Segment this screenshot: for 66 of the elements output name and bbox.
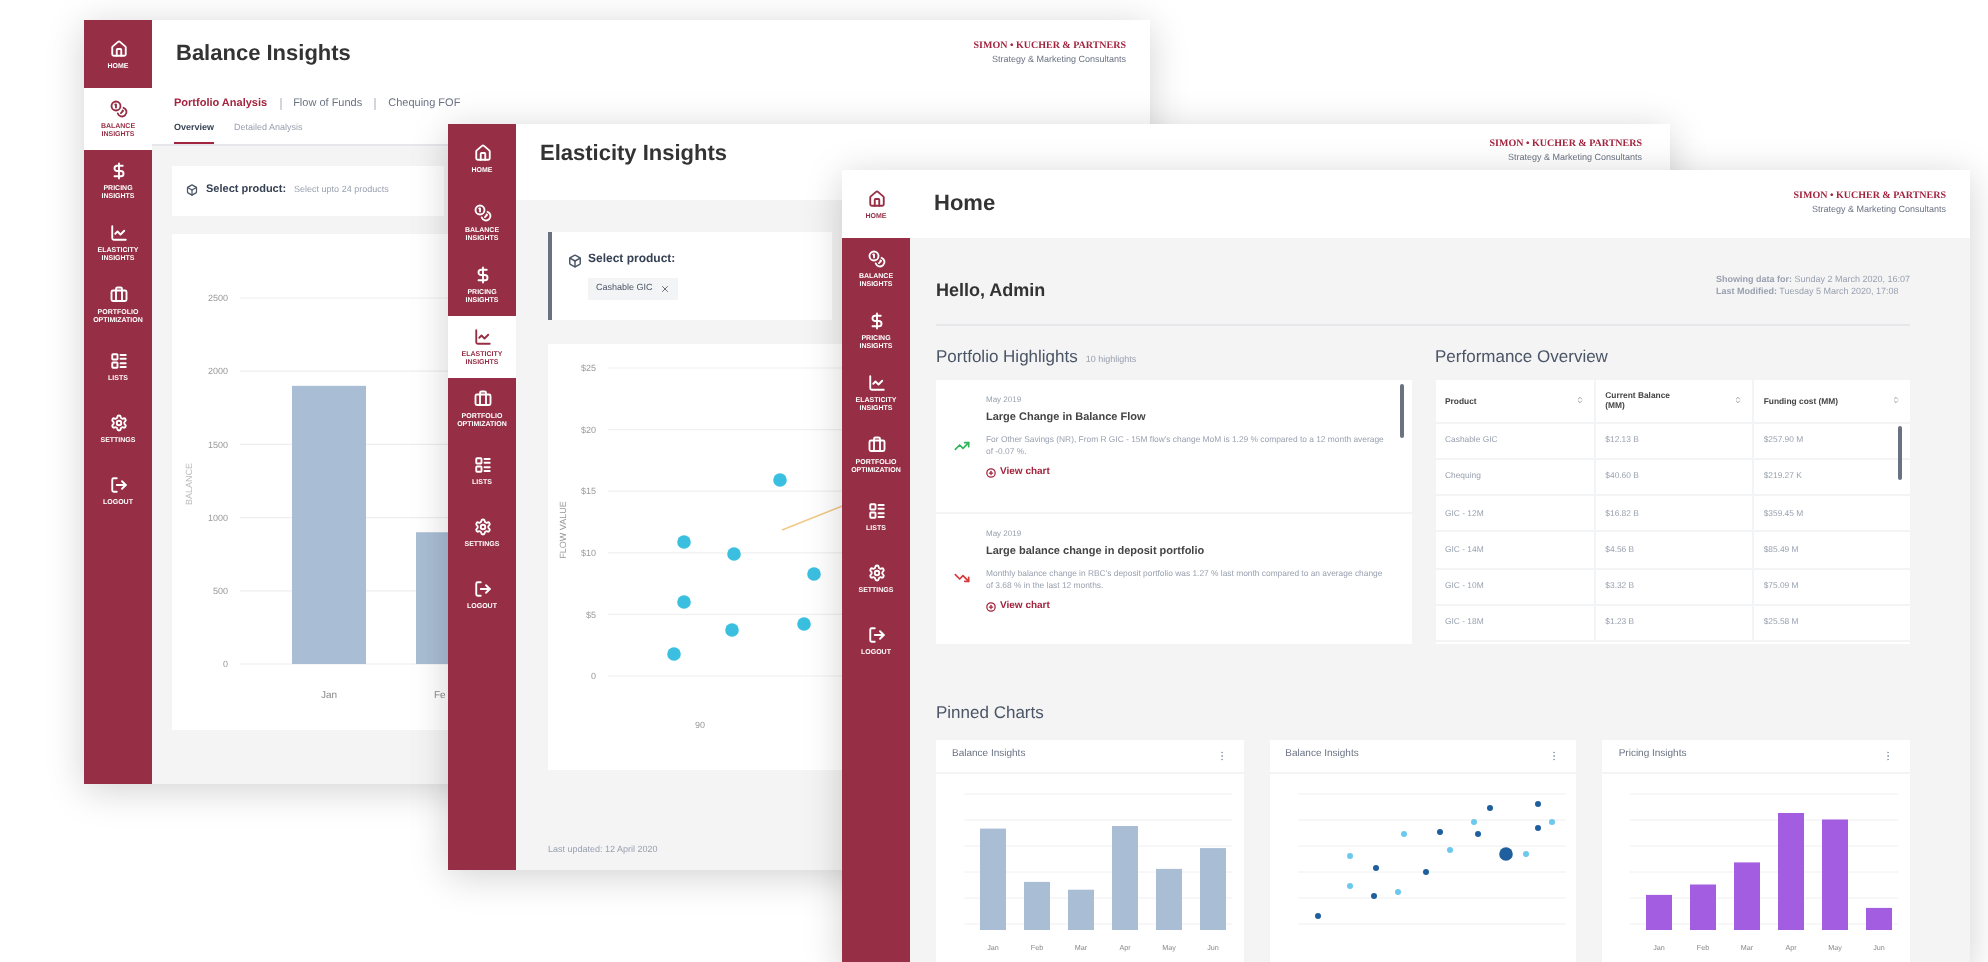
data-point — [677, 535, 691, 549]
page-title: Home — [934, 190, 996, 218]
trend-up-icon — [953, 437, 969, 453]
line-chart-icon — [867, 374, 885, 392]
page-title: Elasticity Insights — [540, 140, 728, 168]
data-point — [1522, 850, 1529, 856]
dollar-icon — [867, 312, 885, 330]
briefcase-icon — [109, 286, 127, 304]
box-icon — [568, 254, 582, 269]
data-point — [1446, 846, 1453, 852]
data-point — [807, 567, 821, 581]
section-title: Portfolio Highlights — [936, 343, 1078, 369]
bar — [416, 531, 448, 664]
list-icon — [867, 502, 885, 520]
data-point — [1346, 882, 1353, 888]
settings-icon — [473, 518, 491, 536]
scrollbar — [1399, 383, 1403, 437]
circle-plus-icon — [986, 602, 996, 612]
data-point — [1422, 868, 1429, 874]
data-point — [1474, 830, 1481, 836]
data-point — [1498, 846, 1513, 860]
data-point — [797, 617, 811, 631]
home-icon — [473, 143, 491, 161]
greeting: Hello, Admin — [936, 278, 1046, 304]
coins-icon — [109, 100, 127, 118]
data-point — [1534, 824, 1541, 830]
data-point — [1436, 828, 1443, 834]
box-icon — [186, 184, 198, 197]
data-point — [1346, 852, 1353, 858]
briefcase-icon — [473, 390, 491, 408]
line-chart-icon — [109, 224, 127, 242]
logout-icon — [109, 476, 127, 494]
trend-down-icon — [953, 570, 969, 586]
data-point — [1372, 864, 1379, 870]
home-icon — [109, 39, 127, 57]
data-point — [773, 473, 787, 487]
coins-icon — [473, 204, 491, 222]
settings-icon — [867, 564, 885, 582]
list-icon — [473, 456, 491, 474]
data-point — [677, 595, 691, 609]
home-icon — [867, 189, 885, 207]
data-point — [727, 547, 741, 561]
data-point — [1394, 888, 1401, 894]
data-point — [1486, 804, 1493, 810]
coins-icon — [867, 250, 885, 268]
data-point — [1370, 892, 1377, 898]
data-point — [1400, 830, 1407, 836]
circle-plus-icon — [986, 468, 996, 478]
section-title: Pinned Charts — [936, 699, 1046, 723]
data-point — [667, 647, 681, 661]
briefcase-icon — [867, 436, 885, 454]
logout-icon — [867, 626, 885, 644]
data-point — [1470, 818, 1477, 824]
scrollbar — [1898, 425, 1902, 479]
page-title: Balance Insights — [176, 40, 351, 68]
dollar-icon — [109, 162, 127, 180]
section-title: Performance Overview — [1435, 343, 1608, 369]
dollar-icon — [473, 266, 491, 284]
list-icon — [109, 352, 127, 370]
data-point — [725, 623, 739, 637]
data-point — [1548, 818, 1555, 824]
line-chart-icon — [473, 328, 491, 346]
settings-icon — [109, 414, 127, 432]
logout-icon — [473, 580, 491, 598]
data-point — [1314, 912, 1321, 918]
data-point — [1534, 800, 1541, 806]
